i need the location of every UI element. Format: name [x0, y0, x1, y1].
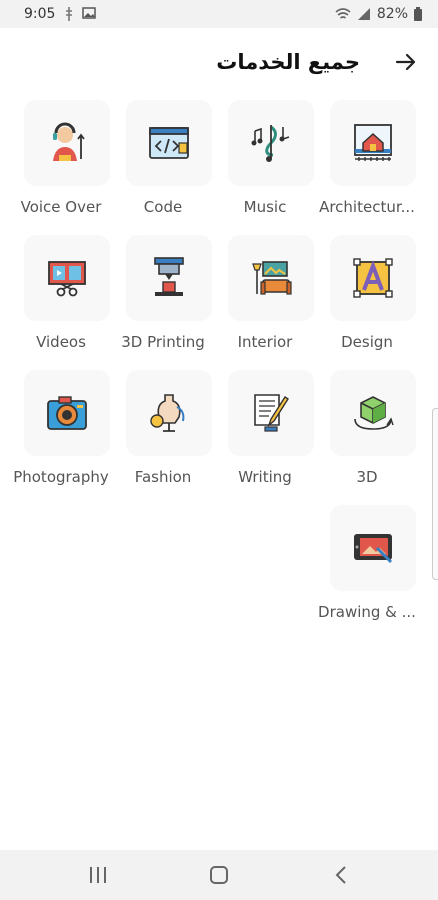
tile-icon-box — [330, 505, 416, 591]
tile-icon-box — [24, 370, 110, 456]
drawing-icon — [354, 534, 393, 564]
music-icon — [251, 125, 290, 162]
recent-apps-icon[interactable] — [86, 864, 110, 886]
service-tile-architecture[interactable]: Architectur... — [316, 100, 416, 230]
tile-icon-box — [330, 235, 416, 321]
service-tile-interior[interactable]: Interior — [214, 235, 314, 365]
service-tile-fashion[interactable]: Fashion — [112, 370, 212, 500]
service-label: Code — [143, 198, 183, 216]
service-label: 3D Printing — [121, 333, 205, 351]
fashion-icon — [150, 394, 185, 432]
design-icon — [353, 258, 393, 298]
battery-percent: 82% — [376, 6, 408, 22]
tile-icon-box — [126, 370, 212, 456]
service-label: Music — [243, 198, 287, 216]
page-title: جميع الخدمات — [216, 50, 360, 74]
service-tile-3d-printing[interactable]: 3D Printing — [112, 235, 212, 365]
service-tile-photography[interactable]: Photography — [10, 370, 110, 500]
service-tile-writing[interactable]: Writing — [214, 370, 314, 500]
system-nav-bar — [0, 850, 438, 900]
service-label: Voice Over — [20, 198, 102, 216]
status-bar: 9:05 82% — [0, 0, 438, 28]
architecture-icon — [354, 124, 392, 161]
service-label: Videos — [36, 333, 86, 351]
scroll-indicator[interactable] — [432, 408, 438, 580]
service-label: Writing — [238, 468, 292, 486]
service-label: Drawing & ... — [318, 603, 416, 621]
photography-icon — [47, 396, 87, 430]
signal-icon — [357, 8, 370, 20]
tile-icon-box — [24, 100, 110, 186]
home-icon[interactable] — [207, 864, 231, 886]
service-tile-music[interactable]: Music — [214, 100, 314, 230]
service-label: Photography — [13, 468, 109, 486]
tile-icon-box — [126, 100, 212, 186]
service-tile-code[interactable]: Code — [112, 100, 212, 230]
service-tile-design[interactable]: Design — [316, 235, 416, 365]
code-icon — [149, 127, 189, 159]
wifi-icon — [335, 8, 351, 19]
tile-icon-box — [24, 235, 110, 321]
tile-icon-box — [228, 100, 314, 186]
tile-icon-box — [228, 370, 314, 456]
3d-icon — [354, 396, 394, 430]
writing-icon — [254, 394, 289, 432]
back-icon[interactable] — [330, 864, 354, 886]
service-label: 3D — [356, 468, 378, 486]
service-tile-3d[interactable]: 3D — [316, 370, 416, 500]
back-arrow-icon[interactable] — [394, 50, 418, 74]
interior-icon — [252, 261, 292, 295]
voice-over-icon — [53, 122, 85, 161]
tile-icon-box — [330, 100, 416, 186]
usb-icon — [66, 7, 72, 21]
tile-icon-box — [126, 235, 212, 321]
service-tile-videos[interactable]: Videos — [10, 235, 110, 365]
tile-icon-box — [228, 235, 314, 321]
tile-icon-box — [330, 370, 416, 456]
service-label: Fashion — [134, 468, 192, 486]
service-label: Architectur... — [319, 198, 415, 216]
header: جميع الخدمات — [0, 44, 438, 84]
service-label: Design — [341, 333, 393, 351]
gallery-icon — [82, 7, 96, 19]
service-tile-drawing[interactable]: Drawing & ... — [316, 505, 416, 635]
3d-printing-icon — [154, 257, 184, 296]
service-tile-voice-over[interactable]: Voice Over — [10, 100, 110, 230]
service-label: Interior — [237, 333, 293, 351]
battery-icon — [414, 7, 422, 21]
status-time: 9:05 — [24, 6, 56, 22]
videos-icon — [48, 261, 86, 297]
